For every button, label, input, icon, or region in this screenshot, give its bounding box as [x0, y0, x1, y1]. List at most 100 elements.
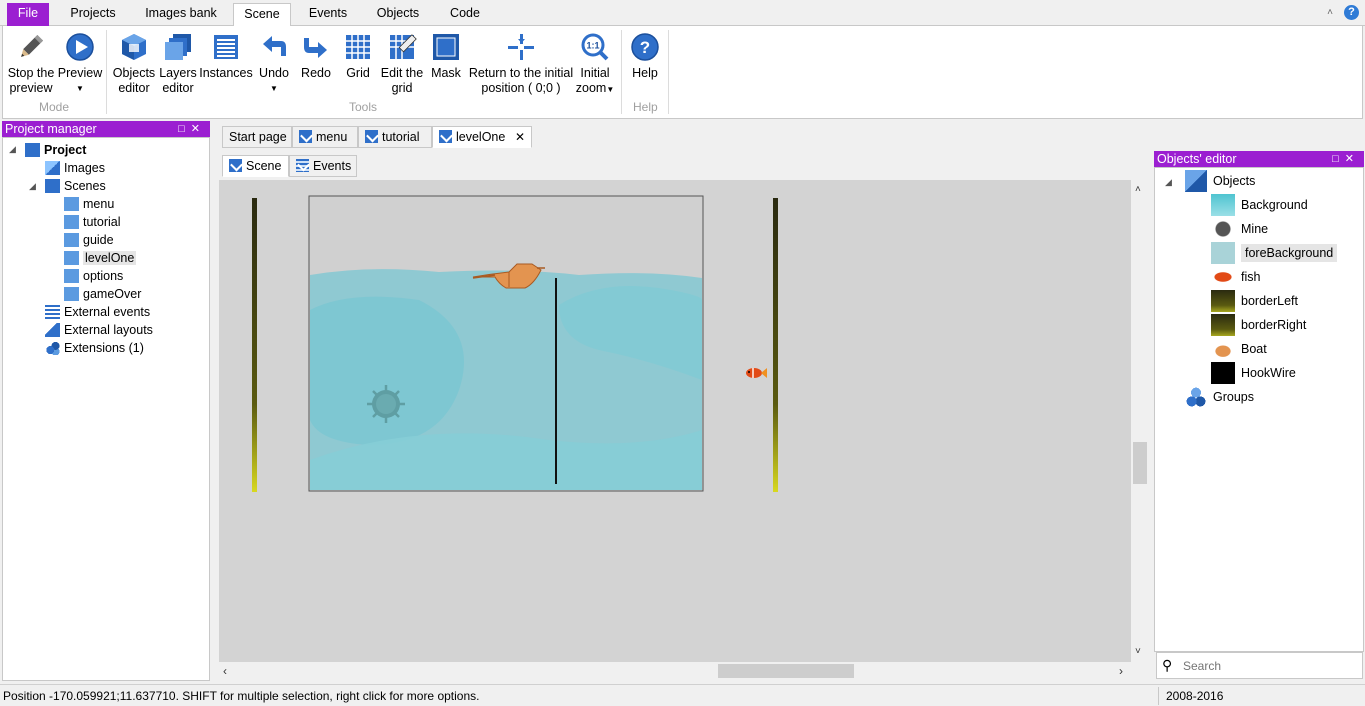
- close-icon[interactable]: ✕: [191, 123, 206, 135]
- crosshair-icon: [506, 32, 536, 62]
- tab-events[interactable]: Events: [300, 3, 356, 26]
- redo-button[interactable]: Redo: [297, 30, 335, 81]
- objects-root[interactable]: Objects: [1185, 170, 1255, 192]
- layers-icon: [163, 32, 193, 62]
- tab-code[interactable]: Code: [440, 3, 490, 26]
- tab-file[interactable]: File: [7, 3, 49, 26]
- tree-item-project[interactable]: Project: [25, 141, 86, 159]
- preview-button[interactable]: Preview ▼: [57, 30, 103, 96]
- scroll-right-icon[interactable]: ›: [1119, 664, 1123, 678]
- cubes-icon: [119, 32, 149, 62]
- group-label-mode: Mode: [39, 100, 70, 114]
- help-icon[interactable]: ?: [1344, 5, 1359, 20]
- scroll-up-icon[interactable]: ˄: [1135, 184, 1141, 195]
- tab-projects[interactable]: Projects: [62, 3, 124, 26]
- border-right-sprite[interactable]: [773, 198, 778, 492]
- mask-button[interactable]: Mask: [427, 30, 465, 81]
- undo-icon: [259, 32, 289, 62]
- tree-item-external-layouts[interactable]: External layouts: [45, 321, 153, 339]
- subtab-events[interactable]: Events: [289, 155, 357, 177]
- expand-arrow-icon[interactable]: ◢: [1165, 177, 1172, 188]
- objects-search-input[interactable]: [1183, 656, 1358, 675]
- grid-button[interactable]: Grid: [339, 30, 377, 81]
- help-button[interactable]: ? Help: [625, 30, 665, 81]
- tree-item-scene[interactable]: tutorial: [64, 213, 121, 231]
- object-item[interactable]: Background: [1211, 194, 1308, 216]
- water-background[interactable]: [308, 195, 704, 492]
- tree-item-scene[interactable]: guide: [64, 231, 114, 249]
- svg-text:1:1: 1:1: [586, 41, 599, 51]
- hookwire-thumbnail-icon: [1211, 362, 1235, 384]
- maximize-icon[interactable]: □: [178, 123, 191, 135]
- scene-icon: [64, 287, 79, 301]
- tree-item-scenes[interactable]: Scenes: [45, 177, 106, 195]
- vertical-scrollbar[interactable]: ˄ ˅: [1131, 180, 1149, 662]
- object-item[interactable]: borderLeft: [1211, 290, 1298, 312]
- redo-icon: [301, 32, 331, 62]
- scroll-down-icon[interactable]: ˅: [1135, 646, 1141, 657]
- objects-editor-button[interactable]: Objects editor: [111, 30, 157, 96]
- tree-item-scene[interactable]: options: [64, 267, 123, 285]
- fish-sprite[interactable]: [746, 368, 767, 378]
- edit-grid-button[interactable]: Edit the grid: [379, 30, 425, 96]
- layers-editor-label: Layers editor: [159, 66, 197, 95]
- tree-item-scene[interactable]: gameOver: [64, 285, 141, 303]
- object-item-selected[interactable]: foreBackground: [1211, 242, 1338, 264]
- grid-label: Grid: [346, 66, 370, 80]
- group-label-help: Help: [633, 100, 658, 114]
- images-icon: [45, 161, 60, 175]
- horizontal-scrollbar[interactable]: ‹ ›: [219, 662, 1131, 680]
- close-tab-icon[interactable]: ✕: [515, 127, 525, 148]
- list-icon: [211, 32, 241, 62]
- close-icon[interactable]: ✕: [1345, 153, 1360, 165]
- instances-button[interactable]: Instances: [199, 30, 253, 81]
- tree-item-external-events[interactable]: External events: [45, 303, 150, 321]
- stop-preview-button[interactable]: Stop the preview: [7, 30, 55, 96]
- tab-objects[interactable]: Objects: [368, 3, 428, 26]
- border-left-sprite[interactable]: [252, 198, 257, 492]
- border-left-thumbnail-icon: [1211, 290, 1235, 312]
- object-item[interactable]: borderRight: [1211, 314, 1306, 336]
- external-layout-icon: [45, 323, 60, 337]
- expand-arrow-icon[interactable]: ◢: [29, 181, 36, 192]
- tab-images-bank[interactable]: Images bank: [136, 3, 226, 26]
- scroll-left-icon[interactable]: ‹: [223, 664, 227, 678]
- object-item[interactable]: HookWire: [1211, 362, 1296, 384]
- layers-editor-button[interactable]: Layers editor: [155, 30, 201, 96]
- undo-button[interactable]: Undo ▼: [255, 30, 293, 96]
- initial-zoom-label: Initial zoom▼: [575, 66, 615, 95]
- tab-tutorial[interactable]: tutorial: [358, 126, 432, 148]
- tab-scene[interactable]: Scene: [233, 3, 291, 27]
- object-item[interactable]: Boat: [1211, 338, 1267, 360]
- initial-zoom-button[interactable]: 1:1 Initial zoom▼: [575, 30, 615, 97]
- tab-levelone[interactable]: levelOne ✕: [432, 126, 532, 148]
- return-initial-position-button[interactable]: Return to the initial position ( 0;0 ): [467, 30, 575, 96]
- subtab-scene[interactable]: Scene: [222, 155, 289, 177]
- minimize-ribbon-icon[interactable]: ˄: [1324, 7, 1336, 19]
- horizontal-scroll-thumb[interactable]: [718, 664, 854, 678]
- hook-wire-sprite[interactable]: [555, 278, 557, 484]
- tree-item-scene-selected[interactable]: levelOne: [64, 249, 137, 267]
- maximize-icon[interactable]: □: [1332, 153, 1345, 165]
- scene-icon: [439, 130, 452, 143]
- forebackground-thumbnail-icon: [1211, 242, 1235, 264]
- groups-root[interactable]: Groups: [1185, 386, 1254, 408]
- scenes-icon: [45, 179, 60, 193]
- project-icon: [25, 143, 40, 157]
- redo-label: Redo: [301, 66, 331, 80]
- pencil-icon: [16, 32, 46, 62]
- ribbon-separator: [621, 30, 622, 114]
- vertical-scroll-thumb[interactable]: [1133, 442, 1147, 484]
- object-item[interactable]: Mine: [1211, 218, 1268, 240]
- tree-item-scene[interactable]: menu: [64, 195, 114, 213]
- objects-editor-title: Objects' editor: [1157, 152, 1237, 166]
- expand-arrow-icon[interactable]: ◢: [9, 144, 16, 155]
- tab-start-page[interactable]: Start page: [222, 126, 292, 148]
- tree-item-extensions[interactable]: Extensions (1): [45, 339, 144, 357]
- object-item[interactable]: fish: [1211, 266, 1260, 288]
- objects-search-box[interactable]: ⚲: [1156, 652, 1363, 679]
- project-manager-title: Project manager: [5, 122, 97, 136]
- tab-menu[interactable]: menu: [292, 126, 358, 148]
- tree-item-images[interactable]: Images: [45, 159, 105, 177]
- scene-canvas[interactable]: [219, 180, 1131, 662]
